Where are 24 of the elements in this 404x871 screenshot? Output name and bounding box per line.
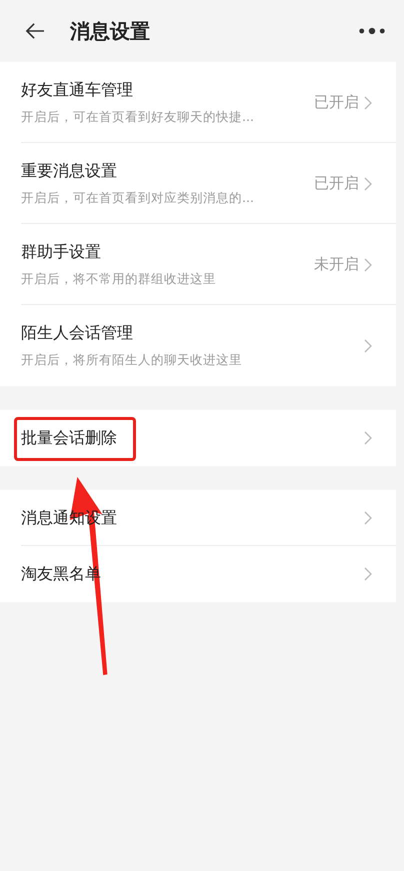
item-title: 群助手设置 — [21, 242, 101, 262]
chevron-icon — [364, 431, 372, 445]
chevron-icon — [364, 338, 372, 352]
item-title: 陌生人会话管理 — [21, 322, 133, 344]
item-status: 已开启 — [314, 93, 359, 112]
chevron-icon — [364, 258, 372, 272]
item-title: 重要消息设置 — [21, 160, 117, 182]
item-status: 已开启 — [314, 174, 359, 193]
page-title: 消息设置 — [70, 18, 151, 44]
more-icon[interactable] — [358, 27, 386, 35]
back-icon[interactable] — [24, 22, 46, 40]
item-status: 未开启 — [314, 255, 359, 274]
item-description: 开启后，将所有陌生人的聊天收进这里 — [21, 352, 243, 368]
chevron-icon — [364, 96, 372, 110]
item-description: 开启后，将不常用的群组收进这里 — [21, 270, 217, 288]
chevron-icon — [364, 567, 372, 581]
item-description: 开启后，可在首页看到好友聊天的快捷... — [21, 108, 255, 126]
item-title: 好友直通车管理 — [21, 80, 133, 100]
item-description: 开启后，可在首页看到对应类别消息的... — [21, 190, 255, 206]
chevron-icon — [364, 176, 372, 190]
settings-item[interactable]: 批量会话删除 — [0, 410, 396, 466]
chevron-icon — [364, 511, 372, 525]
item-title: 批量会话删除 — [14, 416, 136, 460]
settings-item[interactable]: 陌生人会话管理 开启后，将所有陌生人的聊天收进这里 — [0, 305, 396, 386]
